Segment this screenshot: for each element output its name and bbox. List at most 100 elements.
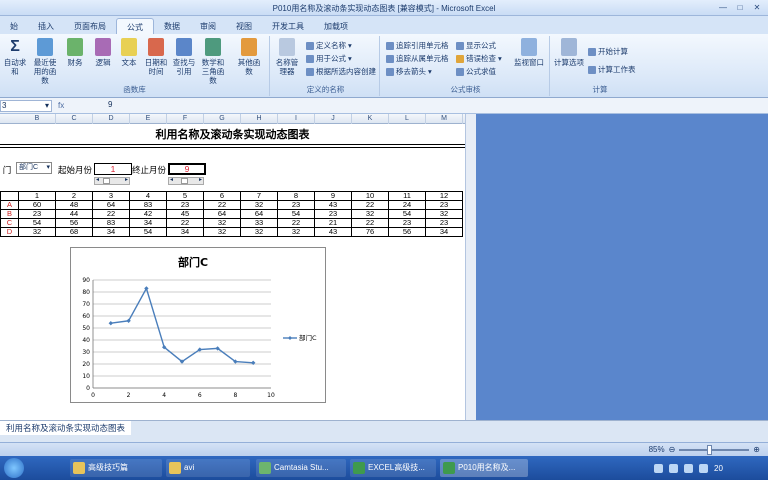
more-functions-button[interactable]: 其他函数 bbox=[236, 38, 262, 76]
volume-icon[interactable] bbox=[669, 463, 678, 473]
tab-page-layout[interactable]: 页面布局 bbox=[64, 18, 116, 34]
tab-home[interactable]: 始 bbox=[0, 18, 28, 34]
text-button[interactable]: 文本 bbox=[116, 38, 142, 67]
calc-options-button[interactable]: 计算选项 bbox=[554, 38, 584, 67]
start-button[interactable] bbox=[4, 458, 24, 478]
taskbar-item-excel[interactable]: EXCEL高级技... bbox=[350, 459, 436, 477]
tab-formulas[interactable]: 公式 bbox=[116, 18, 154, 34]
column-header[interactable]: K bbox=[352, 114, 389, 124]
end-month-scrollbar[interactable]: ◂ ▸ bbox=[168, 177, 204, 185]
start-month-cell[interactable]: 1 bbox=[94, 163, 132, 175]
tab-developer[interactable]: 开发工具 bbox=[262, 18, 314, 34]
table-cell[interactable]: 34 bbox=[425, 227, 463, 237]
clock[interactable]: 20 bbox=[714, 464, 723, 473]
column-header[interactable]: I bbox=[278, 114, 315, 124]
define-name-button[interactable]: 定义名称 ▾ bbox=[306, 40, 352, 51]
table-cell[interactable]: 32 bbox=[277, 227, 315, 237]
taskbar-item-camtasia[interactable]: Camtasia Stu... bbox=[256, 459, 346, 477]
zoom-slider[interactable] bbox=[679, 444, 750, 455]
remove-arrows-button[interactable]: 移去箭头 ▾ bbox=[386, 66, 432, 77]
datetime-button[interactable]: 日期和时间 bbox=[143, 38, 169, 76]
column-header[interactable]: E bbox=[130, 114, 167, 124]
column-header[interactable]: L bbox=[389, 114, 426, 124]
chart-canvas: 部门C 0 10 20 30 40 50 60 70 80 90 0 2 4 6 8 10 部门C bbox=[82, 255, 317, 399]
sheet-tab-active[interactable]: 利用名称及滚动条实现动态图表 bbox=[0, 421, 132, 435]
column-header[interactable]: J bbox=[315, 114, 352, 124]
zoom-control[interactable]: 85% ⊖ ⊕ bbox=[649, 444, 760, 455]
taskbar-item-excel-active[interactable]: P010用名称及... bbox=[440, 459, 528, 477]
book-icon bbox=[37, 38, 53, 56]
name-manager-icon bbox=[279, 38, 295, 56]
tab-view[interactable]: 视图 bbox=[226, 18, 262, 34]
evaluate-formula-button[interactable]: 公式求值 bbox=[456, 66, 496, 77]
table-cell[interactable]: 34 bbox=[166, 227, 204, 237]
dept-select[interactable]: 部门C ▾ bbox=[16, 162, 52, 174]
zoom-out-icon[interactable]: ⊖ bbox=[669, 445, 676, 454]
divider bbox=[0, 147, 465, 148]
logical-button[interactable]: 逻辑 bbox=[90, 38, 116, 67]
calc-now-button[interactable]: 开始计算 bbox=[588, 46, 628, 57]
trace-dependents-button[interactable]: 追踪从属单元格 bbox=[386, 53, 449, 64]
book-icon bbox=[95, 38, 111, 56]
tab-data[interactable]: 数据 bbox=[154, 18, 190, 34]
math-button[interactable]: 数学和三角函数 bbox=[200, 38, 226, 85]
end-month-cell[interactable]: 9 bbox=[168, 163, 206, 175]
shield-icon[interactable] bbox=[699, 463, 708, 473]
tab-insert[interactable]: 插入 bbox=[28, 18, 64, 34]
tab-addins[interactable]: 加载项 bbox=[314, 18, 358, 34]
autosum-label: 自动求和 bbox=[3, 58, 27, 76]
table-cell[interactable]: 43 bbox=[314, 227, 352, 237]
column-header[interactable]: H bbox=[241, 114, 278, 124]
use-in-formula-button[interactable]: 用于公式 ▾ bbox=[306, 53, 352, 64]
name-manager-button[interactable]: 名称管理器 bbox=[274, 38, 300, 76]
trace-precedents-button[interactable]: 追踪引用单元格 bbox=[386, 40, 449, 51]
column-header[interactable]: D bbox=[93, 114, 130, 124]
watch-window-button[interactable]: 监视窗口 bbox=[512, 38, 546, 67]
start-month-scrollbar[interactable]: ◂ ▸ bbox=[94, 177, 130, 185]
minimize-icon[interactable]: — bbox=[716, 2, 730, 13]
scroll-thumb[interactable] bbox=[181, 178, 188, 184]
table-cell[interactable]: 34 bbox=[92, 227, 130, 237]
y-tick-label: 80 bbox=[82, 289, 90, 296]
book-icon bbox=[148, 38, 164, 56]
flag-icon[interactable] bbox=[684, 463, 693, 473]
scroll-thumb[interactable] bbox=[103, 178, 110, 184]
table-cell[interactable]: 32 bbox=[18, 227, 56, 237]
column-header[interactable]: F bbox=[167, 114, 204, 124]
column-header[interactable]: B bbox=[19, 114, 56, 124]
vertical-scrollbar[interactable] bbox=[465, 114, 476, 420]
error-checking-button[interactable]: 错误检查 ▾ bbox=[456, 53, 502, 64]
table-cell[interactable]: D bbox=[0, 227, 19, 237]
table-cell[interactable]: 76 bbox=[351, 227, 389, 237]
taskbar-item-label: P010用名称及... bbox=[458, 463, 516, 472]
zoom-knob[interactable] bbox=[707, 444, 713, 455]
table-cell[interactable]: 68 bbox=[55, 227, 93, 237]
zoom-in-icon[interactable]: ⊕ bbox=[753, 445, 760, 454]
calc-sheet-button[interactable]: 计算工作表 bbox=[588, 64, 636, 75]
network-icon[interactable] bbox=[654, 463, 663, 473]
show-formulas-button[interactable]: 显示公式 bbox=[456, 40, 496, 51]
worksheet[interactable]: BCDEFGHIJKLM 利用名称及滚动条实现动态图表 门 部门C ▾ 起始月份 … bbox=[0, 114, 465, 420]
column-header[interactable]: G bbox=[204, 114, 241, 124]
column-header[interactable]: M bbox=[426, 114, 463, 124]
column-header[interactable]: C bbox=[56, 114, 93, 124]
table-cell[interactable]: 32 bbox=[203, 227, 241, 237]
table-cell[interactable]: 56 bbox=[388, 227, 426, 237]
taskbar-item-folder[interactable]: 高级技巧篇 bbox=[70, 459, 162, 477]
remove-arrows-label: 移去箭头 bbox=[396, 67, 426, 76]
recent-functions-button[interactable]: 最近使用的函数 bbox=[32, 38, 58, 85]
maximize-icon[interactable]: □ bbox=[733, 2, 747, 13]
name-box[interactable]: 3 ▾ bbox=[0, 100, 52, 112]
close-icon[interactable]: ✕ bbox=[750, 2, 764, 13]
table-cell[interactable]: 54 bbox=[129, 227, 167, 237]
table-cell[interactable]: 32 bbox=[240, 227, 278, 237]
lookup-button[interactable]: 查找与引用 bbox=[171, 38, 197, 76]
taskbar-item-folder[interactable]: avi bbox=[166, 459, 250, 477]
financial-button[interactable]: 财务 bbox=[62, 38, 88, 67]
formula-input[interactable]: 9 bbox=[108, 100, 112, 109]
tab-review[interactable]: 审阅 bbox=[190, 18, 226, 34]
line-chart[interactable]: 部门C 0 10 20 30 40 50 60 70 80 90 0 2 4 6 8 10 部门C bbox=[70, 247, 326, 403]
autosum-button[interactable]: Σ 自动求和 bbox=[2, 38, 28, 76]
create-from-selection-button[interactable]: 根据所选内容创建 bbox=[306, 66, 376, 77]
fx-icon[interactable]: fx bbox=[58, 101, 64, 110]
